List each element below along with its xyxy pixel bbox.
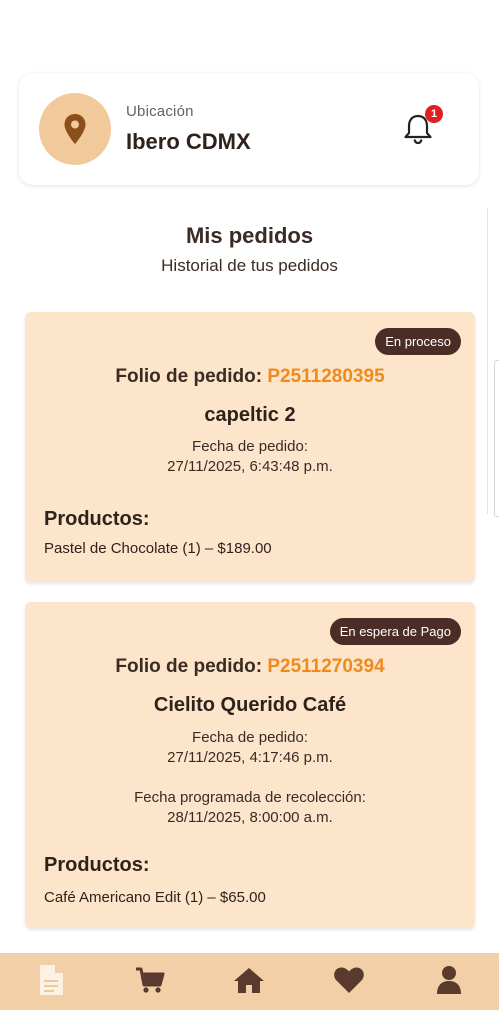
heart-icon — [334, 967, 364, 993]
page-subtitle: Historial de tus pedidos — [161, 256, 338, 275]
order-date: 27/11/2025, 6:43:48 p.m. — [167, 458, 333, 475]
folio-number: P2511270394 — [267, 656, 385, 677]
user-icon — [437, 966, 461, 994]
order-date-label: Fecha de pedido: — [192, 729, 308, 746]
notification-badge: 1 — [425, 105, 443, 123]
cart-icon — [136, 967, 165, 993]
bottom-nav — [0, 953, 499, 1010]
location-card[interactable]: Ubicación Ibero CDMX 1 — [19, 73, 479, 185]
folio-label: Folio de pedido: — [115, 366, 263, 387]
location-avatar — [39, 93, 111, 165]
pickup-date-label: Fecha programada de recolección: — [134, 789, 366, 806]
location-label: Ubicación — [126, 103, 194, 120]
nav-cart[interactable] — [132, 962, 168, 998]
order-card[interactable]: En espera de Pago Folio de pedido: P2511… — [25, 602, 475, 928]
products-heading: Productos: — [44, 508, 150, 530]
nav-home[interactable] — [231, 962, 267, 998]
nav-orders[interactable] — [33, 962, 69, 998]
order-date: 27/11/2025, 4:17:46 p.m. — [167, 749, 333, 766]
status-badge: En proceso — [375, 328, 461, 355]
order-card[interactable]: En proceso Folio de pedido: P2511280395 … — [25, 312, 475, 582]
orders-icon — [40, 965, 63, 995]
folio-label: Folio de pedido: — [115, 656, 263, 677]
product-item: Café Americano Edit (1) – $65.00 — [44, 889, 266, 906]
orders-screen: Ubicación Ibero CDMX 1 Mis pedidos Histo… — [0, 0, 499, 1010]
scroll-thumb[interactable] — [494, 360, 499, 517]
folio-number: P2511280395 — [267, 366, 385, 387]
order-folio: Folio de pedido: P2511270394 — [25, 656, 475, 678]
order-folio: Folio de pedido: P2511280395 — [25, 366, 475, 388]
order-date-label: Fecha de pedido: — [192, 438, 308, 455]
status-badge: En espera de Pago — [329, 618, 461, 645]
pickup-date: 28/11/2025, 8:00:00 a.m. — [167, 809, 333, 826]
store-name: Cielito Querido Café — [153, 694, 347, 716]
home-icon — [234, 968, 264, 993]
store-name: capeltic 2 — [204, 404, 296, 426]
nav-favorites[interactable] — [331, 962, 367, 998]
page-title: Mis pedidos — [185, 223, 314, 248]
product-item: Pastel de Chocolate (1) – $189.00 — [44, 540, 272, 557]
location-value: Ibero CDMX — [126, 129, 251, 154]
products-heading: Productos: — [44, 854, 150, 876]
nav-profile[interactable] — [431, 962, 467, 998]
location-pin-icon — [64, 114, 86, 144]
